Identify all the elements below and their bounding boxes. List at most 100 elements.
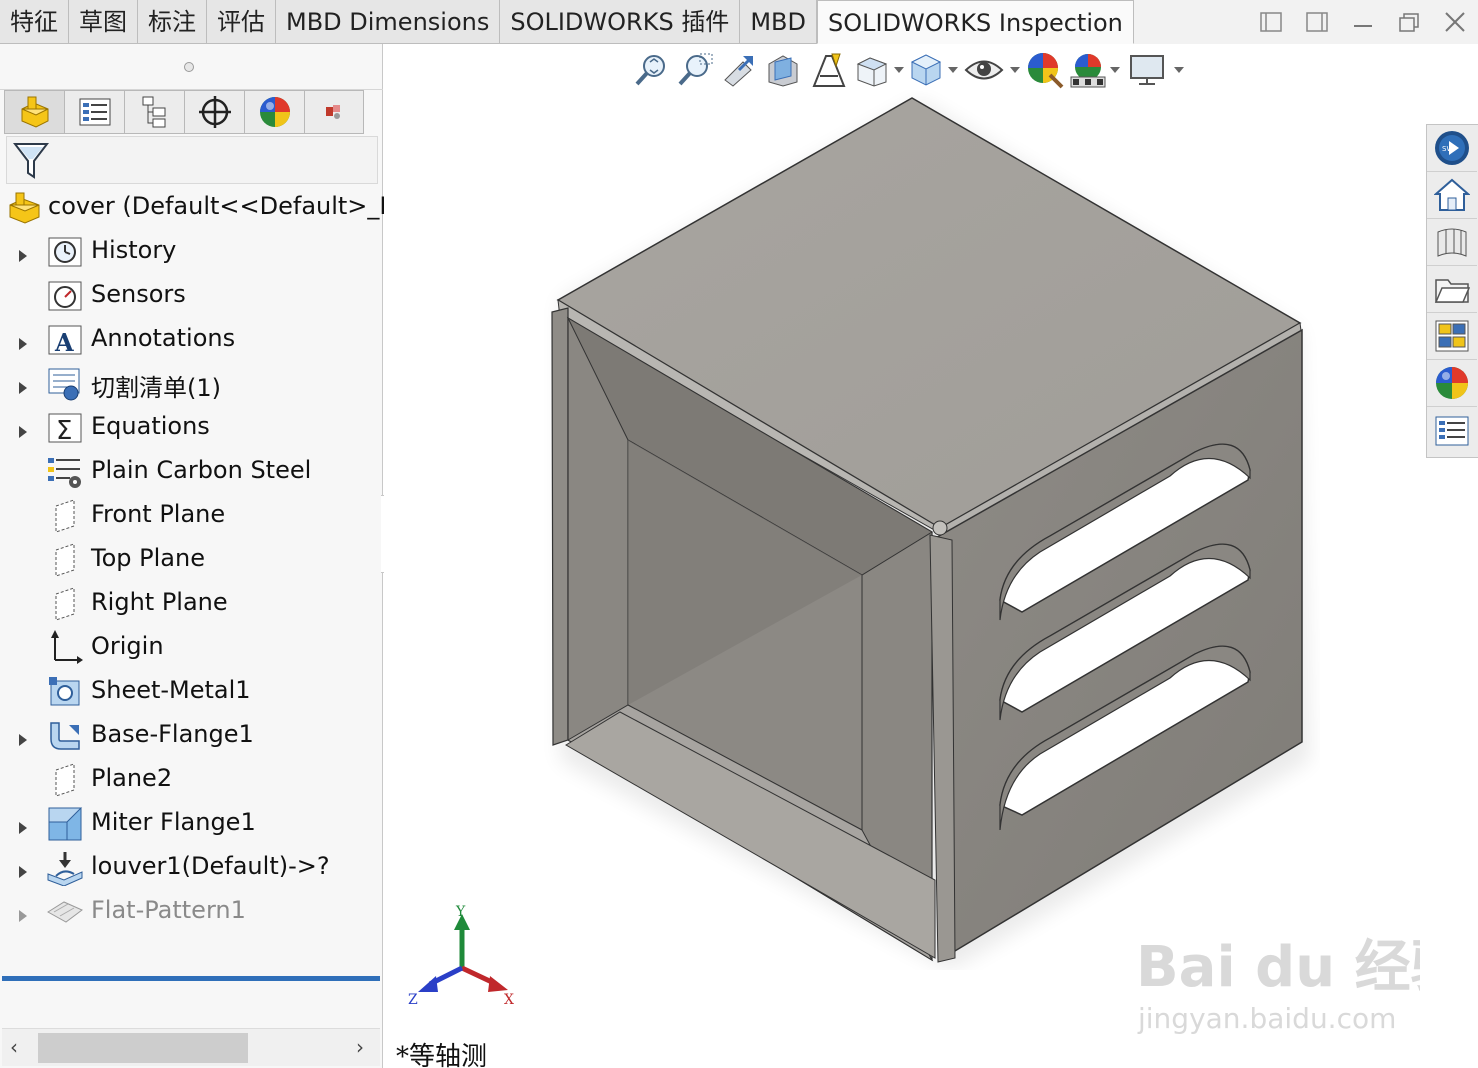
zoom-to-fit-icon[interactable] (630, 50, 672, 90)
tree-item-label: Front Plane (91, 500, 226, 528)
watermark-url: jingyan.baidu.com (1137, 1002, 1396, 1035)
display-style-icon[interactable] (906, 50, 946, 90)
minimize-icon[interactable] (1340, 0, 1386, 44)
hide-show-items-icon[interactable] (960, 50, 1008, 90)
dimxpert-tab[interactable] (184, 90, 244, 134)
tree-item-label: Top Plane (91, 544, 205, 572)
horizontal-scrollbar[interactable]: ‹ › (2, 1028, 380, 1066)
part-icon (6, 190, 44, 226)
tree-item-origin[interactable]: Origin (0, 626, 383, 670)
tree-root-part[interactable]: cover (Default<<Default>_D (0, 186, 398, 230)
view-orientation-dropdown-icon[interactable] (892, 50, 906, 90)
tree-item-right-plane[interactable]: Right Plane (0, 582, 383, 626)
configurationmanager-tab[interactable] (124, 90, 184, 134)
baidu-watermark: Bai du 经验 jingyan.baidu.com (1136, 935, 1420, 1035)
tree-item-louver1-default[interactable]: louver1(Default)->? (0, 846, 383, 890)
tab-strip: 特征 草图 标注 评估 MBD Dimensions SOLIDWORKS 插件 MBD SO… (0, 0, 1134, 44)
tree-item-plane2[interactable]: Plane2 (0, 758, 383, 802)
tab-6[interactable]: MBD (740, 0, 817, 44)
cam-tab[interactable] (304, 90, 364, 134)
tab-2[interactable]: 标注 (138, 0, 207, 44)
tree-item-annotations[interactable]: A Annotations (0, 318, 383, 362)
tree-item-plain-carbon-steel[interactable]: Plain Carbon Steel (0, 450, 383, 494)
expand-arrow-icon[interactable] (16, 375, 30, 394)
tree-item-label: Annotations (91, 324, 236, 352)
tab-0[interactable]: 特征 (0, 0, 69, 44)
home-icon[interactable] (1427, 172, 1477, 219)
display-style-dropdown-icon[interactable] (946, 50, 960, 90)
tree-item-top-plane[interactable]: Top Plane (0, 538, 383, 582)
tree-item-1[interactable]: 切割清单(1) (0, 362, 383, 406)
tab-1[interactable]: 草图 (69, 0, 138, 44)
pin-pane-icon[interactable] (1294, 0, 1340, 44)
expand-arrow-icon[interactable] (16, 903, 30, 922)
expand-arrow-icon[interactable] (16, 419, 30, 438)
view-palette-icon[interactable] (1427, 313, 1477, 360)
tab-3[interactable]: 评估 (207, 0, 276, 44)
tree-item-history[interactable]: History (0, 230, 383, 274)
tree-item-miter-flange1[interactable]: Miter Flange1 (0, 802, 383, 846)
propertymanager-tab[interactable] (64, 90, 124, 134)
feature-filter[interactable] (6, 136, 378, 184)
zoom-to-area-icon[interactable] (672, 50, 718, 90)
hide-show-dropdown-icon[interactable] (1008, 50, 1022, 90)
featuremanager-tab[interactable] (4, 90, 64, 134)
maximize-icon[interactable] (1386, 0, 1432, 44)
scroll-right-icon[interactable]: › (356, 1035, 364, 1059)
dynamic-annotation-icon[interactable] (806, 50, 852, 90)
tree-item-base-flange1[interactable]: Base-Flange1 (0, 714, 383, 758)
tree-item-flat-pattern1[interactable]: Flat-Pattern1 (0, 890, 383, 934)
tree-item-label: Sheet-Metal1 (91, 676, 251, 704)
svg-text:Σ: Σ (56, 416, 72, 444)
expand-arrow-icon[interactable] (16, 331, 30, 350)
feature-manager-panel: cover (Default<<Default>_D History Sensor… (0, 44, 398, 1068)
filter-icon[interactable] (13, 141, 49, 181)
file-explorer-icon[interactable] (1427, 266, 1477, 313)
restore-pane-icon[interactable] (1248, 0, 1294, 44)
tab-5[interactable]: SOLIDWORKS 插件 (500, 0, 741, 44)
watermark-brand: Bai du 经验 (1136, 935, 1420, 1000)
section-view-icon[interactable] (760, 50, 806, 90)
displaymanager-tab[interactable] (244, 90, 304, 134)
expand-arrow-icon[interactable] (16, 243, 30, 262)
tree-item-sensors[interactable]: Sensors (0, 274, 383, 318)
rollback-bar[interactable] (2, 976, 380, 981)
tree-item-equations[interactable]: Σ Equations (0, 406, 383, 450)
tree-item-label: Sensors (91, 280, 186, 308)
close-icon[interactable] (1432, 0, 1478, 44)
edit-appearance-icon[interactable] (1022, 50, 1068, 90)
tree-item-label: Plane2 (91, 764, 173, 792)
solidworks-window: 特征 草图 标注 评估 MBD Dimensions SOLIDWORKS 插件 MBD SO… (0, 0, 1478, 1068)
tab-4[interactable]: MBD Dimensions (276, 0, 501, 44)
sensors-icon (46, 278, 84, 314)
design-library-icon[interactable] (1427, 219, 1477, 266)
expand-arrow-icon[interactable] (16, 815, 30, 834)
tab-7[interactable]: SOLIDWORKS Inspection (816, 0, 1134, 44)
equations-icon: Σ (46, 410, 84, 446)
model-cover-part[interactable] (540, 90, 1320, 970)
displaymanager-icon (259, 97, 290, 127)
view-orientation-icon[interactable] (852, 50, 892, 90)
tree-item-label: Flat-Pattern1 (91, 896, 246, 924)
appearances-icon[interactable] (1427, 360, 1477, 407)
scroll-left-icon[interactable]: ‹ (10, 1035, 18, 1059)
tree-item-front-plane[interactable]: Front Plane (0, 494, 383, 538)
task-pane: SW (1426, 124, 1478, 458)
tree-item-label: Origin (91, 632, 164, 660)
expand-arrow-icon[interactable] (16, 859, 30, 878)
command-manager-tabs: 特征 草图 标注 评估 MBD Dimensions SOLIDWORKS 插件 MBD SO… (0, 0, 1478, 44)
custom-properties-icon[interactable] (1427, 407, 1477, 454)
history-icon (46, 234, 84, 270)
view-settings-dropdown-icon[interactable] (1172, 50, 1186, 90)
tree-item-label: Miter Flange1 (91, 808, 256, 836)
apply-scene-dropdown-icon[interactable] (1108, 50, 1122, 90)
previous-view-icon[interactable] (718, 50, 760, 90)
panel-splitter-dot[interactable] (184, 62, 194, 72)
window-controls (1248, 0, 1478, 44)
view-settings-icon[interactable] (1122, 50, 1172, 90)
solidworks-resources-icon[interactable]: SW (1427, 125, 1477, 172)
scroll-thumb[interactable] (38, 1033, 248, 1063)
apply-scene-icon[interactable] (1068, 50, 1108, 90)
expand-arrow-icon[interactable] (16, 727, 30, 746)
tree-item-sheet-metal1[interactable]: Sheet-Metal1 (0, 670, 383, 714)
